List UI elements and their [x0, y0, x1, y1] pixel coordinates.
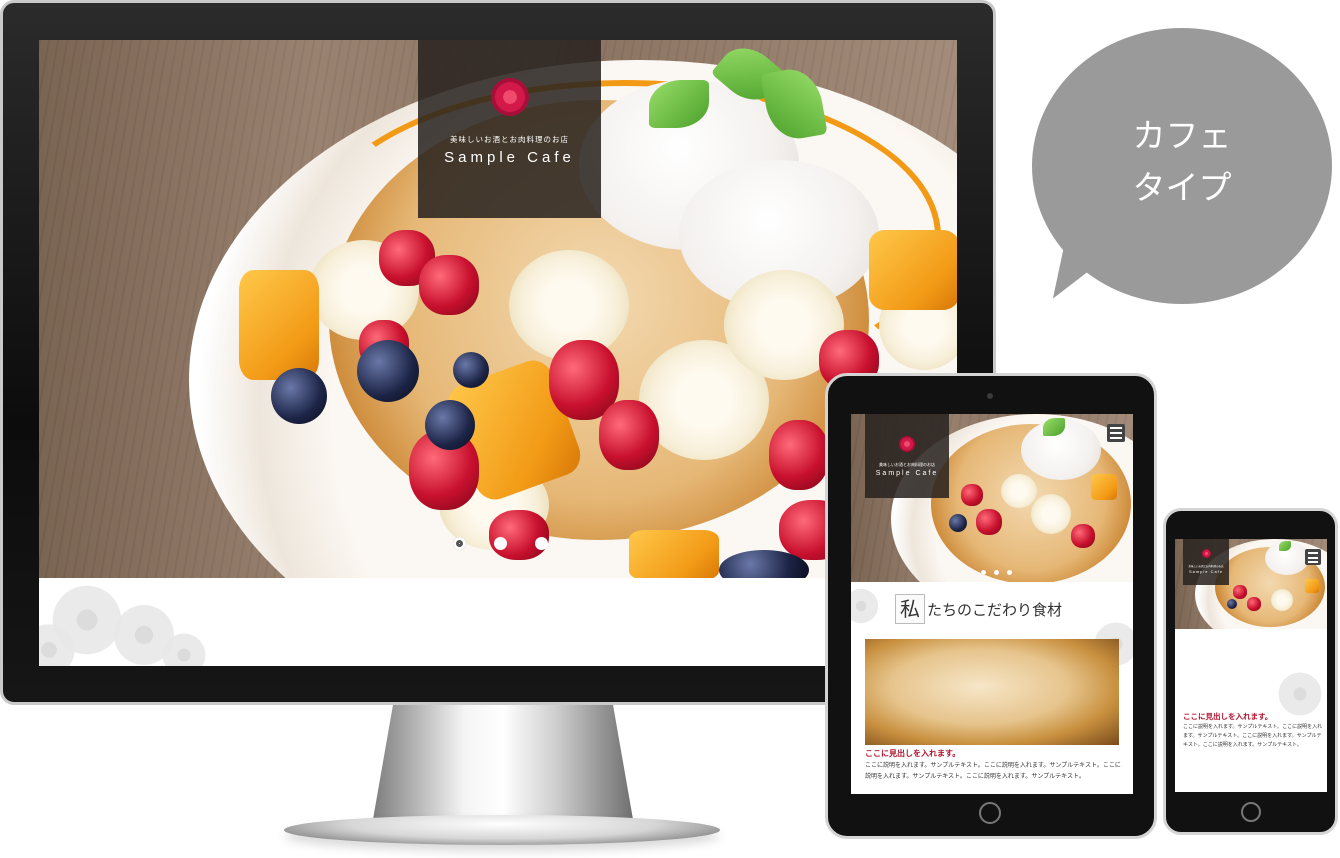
slider-dot-2[interactable] [494, 537, 507, 550]
floral-decoration [851, 586, 881, 626]
slider-dot-3[interactable] [1007, 570, 1012, 575]
slider-dot-2[interactable] [994, 570, 999, 575]
site-name: Sample Cafe [1188, 569, 1224, 574]
monitor-stand-base [284, 815, 720, 845]
slider-dot-1[interactable] [981, 570, 986, 575]
floral-decoration [1275, 669, 1325, 719]
slider-pagination [453, 537, 548, 550]
flower-logo-icon [899, 436, 915, 452]
phone-logo-block[interactable]: 美味しいお酒とお肉料理のお店 Sample Cafe [1183, 539, 1229, 585]
desktop-screen: 美味しいお酒とお肉料理のお店 Sample Cafe [39, 40, 957, 666]
phone-screen: 美味しいお酒とお肉料理のお店 Sample Cafe ここに見出しを入れます。 … [1175, 539, 1327, 792]
site-tagline: 美味しいお酒とお肉料理のお店 [879, 462, 935, 467]
flower-logo-icon [490, 78, 529, 116]
site-logo-block[interactable]: 美味しいお酒とお肉料理のお店 Sample Cafe [418, 40, 601, 218]
feature-description: ここに説明を入れます。サンプルテキスト。ここに説明を入れます。サンプルテキスト。… [1183, 724, 1323, 748]
feature-heading: ここに見出しを入れます。 [1183, 712, 1273, 721]
site-tagline: 美味しいお酒とお肉料理のお店 [450, 135, 569, 144]
tablet-hero-image: 美味しいお酒とお肉料理のお店 Sample Cafe [851, 414, 1133, 582]
home-button-icon[interactable] [979, 802, 1001, 824]
feature-description: ここに説明を入れます。サンプルテキスト。ここに説明を入れます。サンプルテキスト。… [865, 762, 1121, 780]
feature-image [865, 639, 1119, 745]
hamburger-menu-icon[interactable] [1107, 424, 1125, 442]
section-title-first-char: 私 [895, 594, 925, 624]
tablet-logo-block[interactable]: 美味しいお酒とお肉料理のお店 Sample Cafe [865, 414, 949, 498]
slider-dot-3[interactable] [535, 537, 548, 550]
tablet-screen: 美味しいお酒とお肉料理のお店 Sample Cafe 私 たちのこだわり食材 こ… [851, 414, 1133, 794]
home-button-icon[interactable] [1241, 802, 1261, 822]
slider-dot-1[interactable] [453, 537, 466, 550]
bubble-line-1: カフェ [1132, 116, 1232, 155]
slider-pagination [981, 570, 1012, 575]
hero-slider-image: 美味しいお酒とお肉料理のお店 Sample Cafe [39, 40, 957, 578]
monitor-stand-neck [372, 705, 634, 825]
section-title: 私 たちのこだわり食材 [895, 594, 1062, 624]
floral-decoration [159, 630, 209, 666]
hamburger-menu-icon[interactable] [1305, 549, 1321, 565]
site-tagline: 美味しいお酒とお肉料理のお店 [1188, 565, 1224, 568]
bubble-text: カフェ タイプ [1032, 110, 1332, 214]
bubble-line-2: タイプ [1132, 168, 1232, 207]
site-name: Sample Cafe [444, 149, 575, 166]
site-name: Sample Cafe [875, 470, 939, 477]
tablet-camera [987, 393, 993, 399]
flower-logo-icon [1201, 549, 1211, 558]
section-title-text: たちのこだわり食材 [927, 600, 1063, 619]
feature-heading: ここに見出しを入れます。 [865, 749, 961, 758]
phone-hero-image: 美味しいお酒とお肉料理のお店 Sample Cafe [1175, 539, 1327, 629]
